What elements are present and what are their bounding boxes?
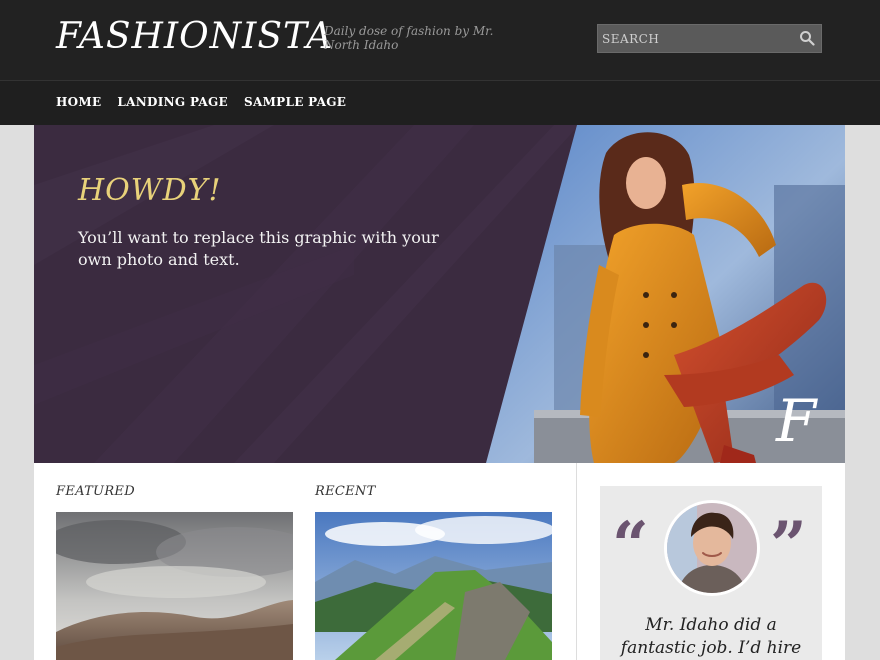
avatar: [664, 500, 760, 596]
hero-title: HOWDY!: [78, 173, 222, 208]
open-quote-mark: “: [612, 508, 649, 583]
close-quote-mark: ”: [770, 508, 807, 583]
hero-banner: HOWDY! You’ll want to replace this graph…: [34, 125, 845, 463]
recent-post-image[interactable]: [315, 512, 552, 660]
featured-post-image[interactable]: [56, 512, 293, 660]
testimonial-widget: “ ” Mr. Idaho did a fantastic job. I’d h…: [600, 486, 822, 660]
site-header: FASHIONISTA Daily dose of fashion by Mr.…: [0, 0, 880, 81]
recent-heading: RECENT: [315, 484, 376, 499]
nav-item-sample-page[interactable]: SAMPLE PAGE: [244, 95, 346, 109]
testimonial-quote: Mr. Idaho did a fantastic job. I’d hire: [620, 615, 802, 658]
hero-logo-mark: F: [776, 387, 817, 455]
search-icon[interactable]: [799, 30, 815, 46]
testimonial-portrait: [667, 503, 757, 593]
featured-heading: FEATURED: [56, 484, 135, 499]
hero-text: You’ll want to replace this graphic with…: [78, 228, 439, 269]
nav-item-landing-page[interactable]: LANDING PAGE: [117, 95, 228, 109]
column-divider: [576, 463, 577, 660]
site-title[interactable]: FASHIONISTA: [56, 16, 333, 57]
mountain-landscape-image: [315, 512, 552, 660]
desert-dunes-image: [56, 512, 293, 660]
main-nav: HOME LANDING PAGE SAMPLE PAGE: [0, 81, 880, 125]
nav-item-home[interactable]: HOME: [56, 95, 101, 109]
search-box: [597, 24, 822, 53]
site-tagline: Daily dose of fashion by Mr. North Idaho: [324, 24, 494, 52]
search-input[interactable]: [598, 25, 788, 52]
content-area: FEATURED RECENT “ ” Mr. Idaho did a fant…: [34, 463, 845, 660]
